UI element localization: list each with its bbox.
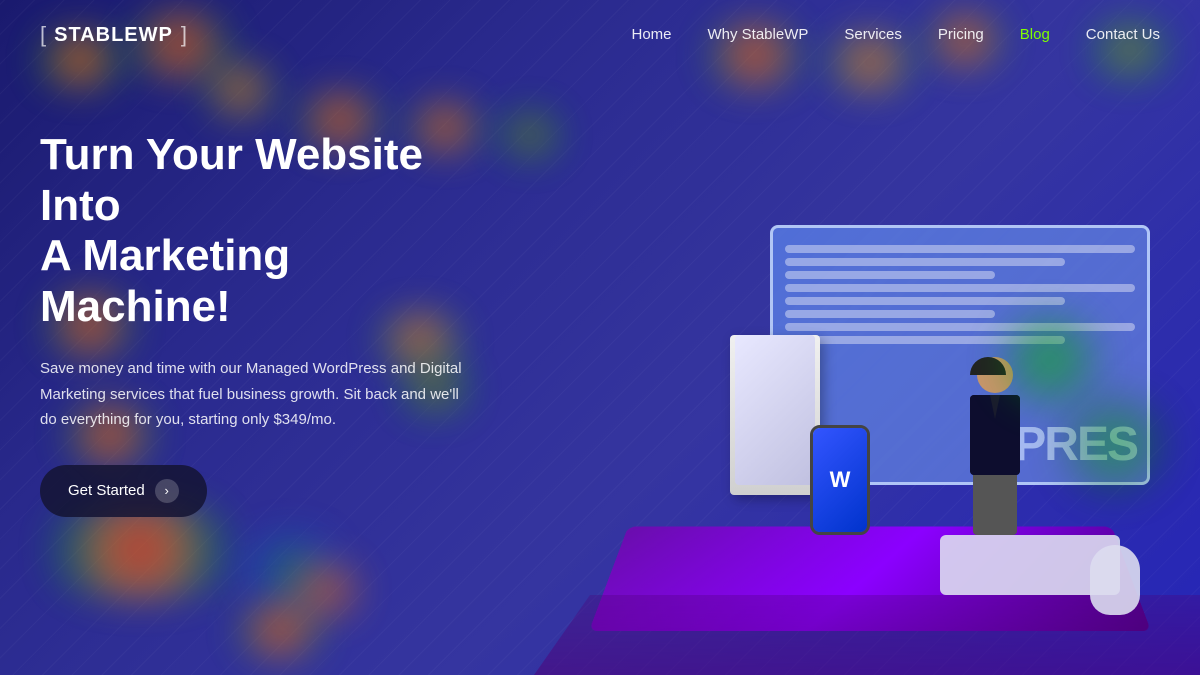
book — [730, 335, 820, 495]
hero-title-line2: A Marketing Machine! — [40, 231, 290, 331]
nav-links: Home Why StableWP Services Pricing Blog … — [631, 26, 1160, 44]
hero-description: Save money and time with our Managed Wor… — [40, 356, 470, 433]
monitor-bar — [785, 297, 1065, 305]
person-jacket — [970, 395, 1020, 475]
person-figure — [970, 357, 1020, 535]
monitor-bar — [785, 284, 1135, 292]
cta-button[interactable]: Get Started › — [40, 465, 207, 517]
monitor-bar — [785, 245, 1135, 253]
phone-mockup: W — [810, 425, 870, 535]
nav-item-services[interactable]: Services — [844, 26, 902, 44]
hero-content: Turn Your Website Into A Marketing Machi… — [40, 130, 470, 517]
nav-item-home[interactable]: Home — [631, 26, 671, 44]
heat-blob — [280, 560, 370, 620]
nav-link-pricing[interactable]: Pricing — [938, 26, 984, 43]
heat-blob — [230, 530, 350, 610]
phone-screen: W — [813, 428, 867, 532]
nav-link-blog[interactable]: Blog — [1020, 26, 1050, 43]
person-hair — [970, 357, 1006, 375]
person-body — [970, 357, 1020, 535]
logo-text: STABLEWP — [54, 24, 173, 47]
monitor-bar — [785, 310, 995, 318]
nav-item-why[interactable]: Why StableWP — [708, 26, 809, 44]
nav-link-why[interactable]: Why StableWP — [708, 26, 809, 43]
logo-bracket-right: ] — [181, 22, 187, 48]
wp-logo: W — [830, 467, 851, 493]
nav-link-home[interactable]: Home — [631, 26, 671, 43]
hero-title-line1: Turn Your Website Into — [40, 130, 423, 230]
monitor-content — [773, 228, 1147, 361]
monitor-bar — [785, 336, 1065, 344]
nav-link-contact[interactable]: Contact Us — [1086, 26, 1160, 43]
hero-title: Turn Your Website Into A Marketing Machi… — [40, 130, 470, 332]
cta-label: Get Started — [68, 482, 145, 499]
navbar: [ STABLEWP ] Home Why StableWP Services … — [0, 0, 1200, 70]
book-cover — [735, 335, 815, 485]
person-torso — [970, 395, 1020, 475]
nav-item-pricing[interactable]: Pricing — [938, 26, 984, 44]
person-legs — [973, 475, 1017, 535]
monitor-bar — [785, 258, 1065, 266]
page-wrapper: [ STABLEWP ] Home Why StableWP Services … — [0, 0, 1200, 675]
nav-link-services[interactable]: Services — [844, 26, 902, 43]
monitor-bar — [785, 271, 995, 279]
illustration: WPRES W — [470, 115, 1200, 675]
logo: [ STABLEWP ] — [40, 22, 187, 48]
logo-bracket-left: [ — [40, 22, 46, 48]
monitor-bar — [785, 323, 1135, 331]
book-stack — [730, 330, 820, 495]
nav-item-contact[interactable]: Contact Us — [1086, 26, 1160, 44]
heat-blob — [230, 600, 330, 660]
cta-arrow-icon: › — [155, 479, 179, 503]
nav-item-blog[interactable]: Blog — [1020, 26, 1050, 44]
mouse — [1090, 545, 1140, 615]
person-head — [977, 357, 1013, 393]
